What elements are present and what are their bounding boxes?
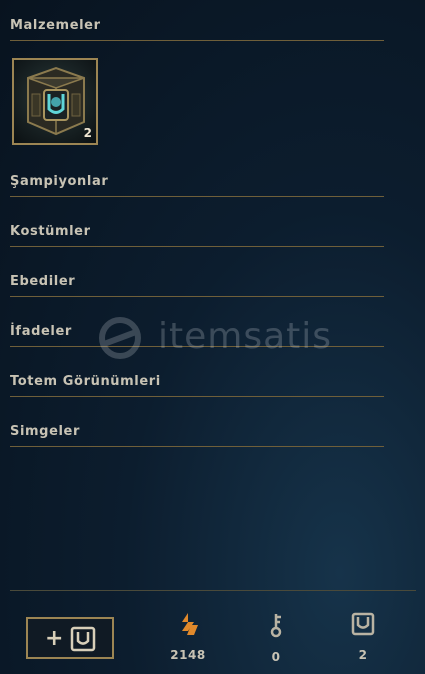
section-title-eternals: Ebediler: [10, 274, 76, 289]
plus-icon: +: [45, 626, 64, 651]
key-icon: [270, 614, 282, 638]
section-skins[interactable]: Kostümler: [10, 220, 384, 247]
currency-chests: 2: [333, 612, 393, 662]
add-key-fragment-button[interactable]: +: [26, 617, 114, 659]
loot-item-hextech-chest[interactable]: 2: [12, 58, 98, 145]
orange-essence-value: 2148: [170, 648, 206, 662]
currency-keys: 0: [246, 612, 306, 664]
section-eternals[interactable]: Ebediler: [10, 270, 384, 297]
section-emotes[interactable]: İfadeler: [10, 320, 384, 347]
section-materials[interactable]: Malzemeler: [10, 14, 384, 41]
section-title-ward-skins: Totem Görünümleri: [10, 374, 161, 389]
loot-panel: Malzemeler 2 Şampiyonlar Kostümler Ebedi…: [0, 0, 425, 674]
orange-essence-icon: [182, 613, 198, 635]
footer-divider: [10, 590, 416, 591]
section-ward-skins[interactable]: Totem Görünümleri: [10, 370, 384, 397]
section-icons[interactable]: Simgeler: [10, 420, 384, 447]
section-title-materials: Malzemeler: [10, 18, 101, 33]
key-fragment-shield-icon: [70, 626, 96, 652]
section-title-icons: Simgeler: [10, 424, 80, 439]
keys-value: 0: [271, 650, 281, 664]
hextech-chest-icon: [27, 66, 85, 136]
section-champions[interactable]: Şampiyonlar: [10, 170, 384, 197]
chests-value: 2: [358, 648, 368, 662]
section-title-emotes: İfadeler: [10, 324, 72, 339]
section-title-skins: Kostümler: [10, 224, 91, 239]
currency-orange-essence: 2148: [158, 612, 218, 662]
section-title-champions: Şampiyonlar: [10, 174, 109, 189]
chest-shield-icon: [351, 612, 375, 636]
item-count-badge: 2: [83, 126, 92, 140]
